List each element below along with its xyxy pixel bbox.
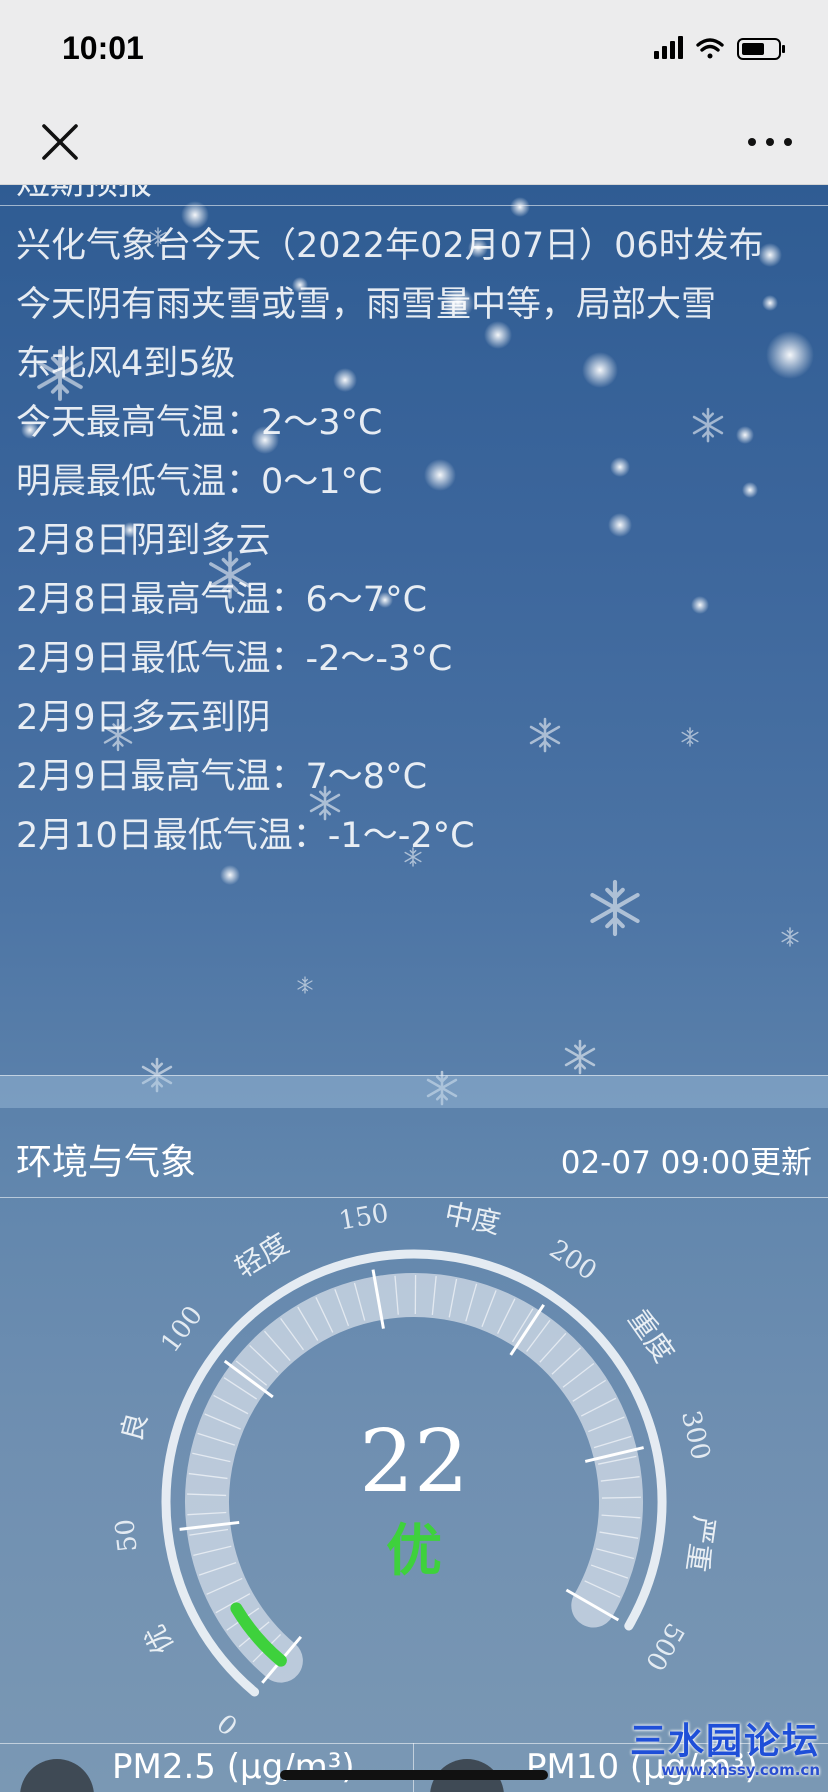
status-time: 10:01 xyxy=(62,30,144,66)
forecast-line: 2月10日最低气温：-1～-2°C xyxy=(16,816,475,856)
section-separator xyxy=(0,1075,828,1108)
home-indicator[interactable] xyxy=(280,1770,548,1780)
status-icons xyxy=(654,36,785,60)
pm25-icon xyxy=(20,1759,94,1792)
more-icon[interactable] xyxy=(746,124,794,160)
close-icon[interactable] xyxy=(36,118,84,166)
forecast-line: 2月8日阴到多云 xyxy=(16,521,271,561)
forecast-line: 2月8日最高气温：6～7°C xyxy=(16,580,428,620)
gauge-level-label: 重度 xyxy=(622,1304,681,1369)
gauge-level-label: 轻度 xyxy=(230,1227,295,1285)
divider xyxy=(413,1743,414,1792)
forecast-line: 东北风4到5级 xyxy=(16,344,236,384)
gauge-scale-label: 150 xyxy=(337,1198,391,1236)
watermark: 三水园论坛 www.xhssy.com.cn xyxy=(629,1721,820,1779)
environment-header: 环境与气象 02-07 09:00更新 xyxy=(0,1107,828,1198)
weather-page: 短期预报 兴化气象台今天（2022年02月07日）06时发布 今天阴有雨夹雪或雪… xyxy=(0,185,828,1792)
aqi-gauge: 0 50 100 150 200 300 500 优良轻度 中度 重度 严重 22 优 xyxy=(0,1197,828,1741)
forecast-line: 今天最高气温：2～3°C xyxy=(16,403,383,443)
divider xyxy=(0,205,828,206)
forecast-line: 今天阴有雨夹雪或雪，雨雪量中等，局部大雪 xyxy=(16,285,717,325)
gauge-scale-label: 500 xyxy=(639,1618,690,1676)
forecast-line: 兴化气象台今天（2022年02月07日）06时发布 xyxy=(16,226,764,266)
update-time: 02-07 09:00更新 xyxy=(560,1145,812,1181)
gauge-scale-label: 100 xyxy=(155,1301,209,1359)
aqi-level: 优 xyxy=(386,1519,442,1584)
forecast-line: 2月9日多云到阴 xyxy=(16,698,271,738)
battery-icon xyxy=(737,38,785,60)
forecast-text: 兴化气象台今天（2022年02月07日）06时发布 今天阴有雨夹雪或雪，雨雪量中… xyxy=(16,217,816,866)
gauge-scale-label: 0 xyxy=(212,1707,244,1737)
environment-title: 环境与气象 xyxy=(16,1142,197,1183)
watermark-sub: www.xhssy.com.cn xyxy=(661,1761,820,1779)
aqi-value: 22 xyxy=(359,1412,469,1512)
forecast-line: 2月9日最低气温：-2～-3°C xyxy=(16,639,453,679)
forecast-line: 2月9日最高气温：7～8°C xyxy=(16,757,428,797)
gauge-scale-label: 200 xyxy=(544,1234,602,1286)
gauge-level-label: 优 xyxy=(138,1619,180,1659)
watermark-main: 三水园论坛 xyxy=(629,1721,820,1762)
signal-icon xyxy=(654,36,683,59)
forecast-section-title: 短期预报 xyxy=(16,185,152,203)
wifi-icon xyxy=(696,38,724,59)
gauge-level-label: 中度 xyxy=(442,1197,504,1240)
forecast-line: 明晨最低气温：0～1°C xyxy=(16,462,383,502)
status-bar: 10:01 xyxy=(0,0,828,98)
nav-bar xyxy=(0,98,828,185)
